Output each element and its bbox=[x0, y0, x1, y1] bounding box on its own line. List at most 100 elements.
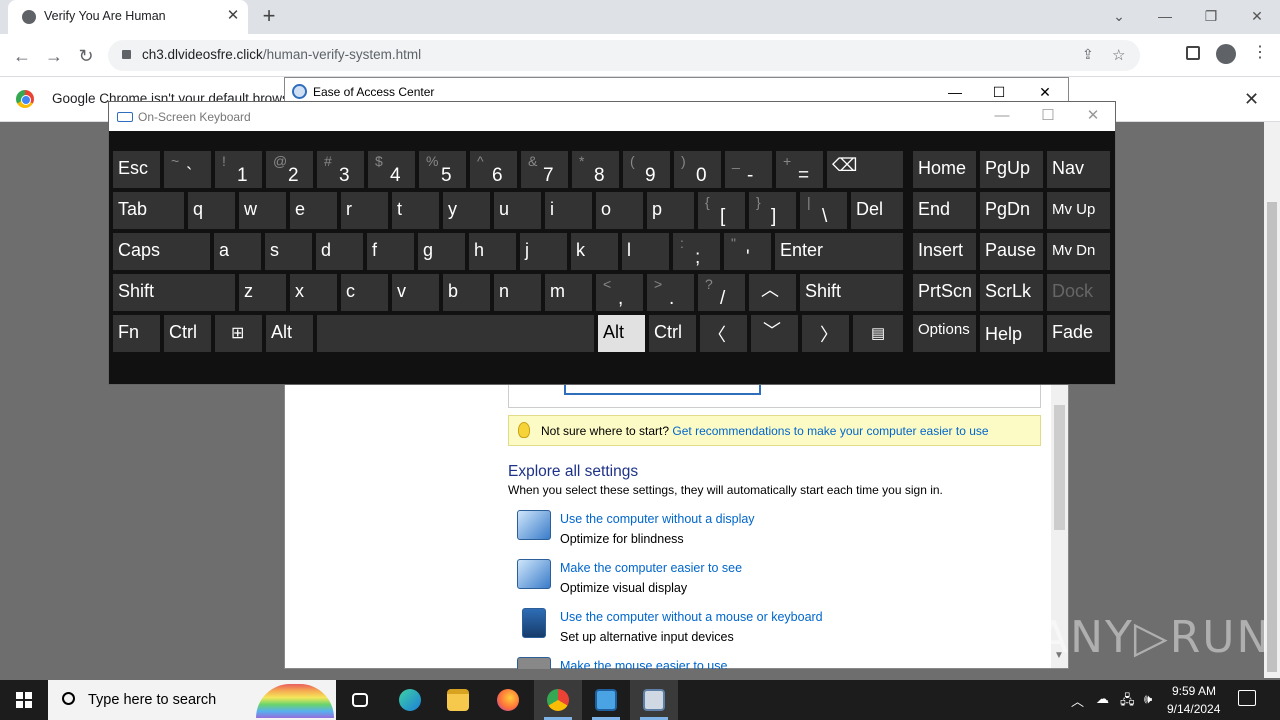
setting-mouse-easier[interactable]: Make the mouse easier to use bbox=[517, 657, 1037, 669]
key-move-down[interactable]: Mv Dn bbox=[1047, 233, 1110, 270]
key-alt-left[interactable]: Alt bbox=[266, 315, 313, 352]
profile-avatar[interactable] bbox=[1216, 44, 1236, 64]
key-4[interactable]: $4 bbox=[368, 151, 415, 188]
key-del[interactable]: Del bbox=[851, 192, 903, 229]
eoa-close-button[interactable]: ✕ bbox=[1030, 82, 1060, 102]
key-u[interactable]: u bbox=[494, 192, 541, 229]
reload-icon[interactable]: ↻ bbox=[74, 44, 98, 68]
volume-icon[interactable]: 🕪 bbox=[1144, 691, 1152, 707]
key-h[interactable]: h bbox=[469, 233, 516, 270]
start-button[interactable] bbox=[0, 680, 48, 720]
taskbar-search-box[interactable]: Type here to search bbox=[48, 680, 336, 720]
key-comma[interactable]: <, bbox=[596, 274, 643, 311]
key-right-arrow[interactable]: 〉 bbox=[802, 315, 849, 352]
explorer-taskbar-button[interactable] bbox=[434, 680, 482, 720]
key-up-arrow[interactable]: ︿ bbox=[749, 274, 796, 311]
page-scrollbar-thumb[interactable] bbox=[1267, 202, 1277, 672]
key-down-arrow[interactable]: ﹀ bbox=[751, 315, 798, 352]
minimize-button[interactable]: — bbox=[1150, 5, 1180, 27]
menu-kebab-icon[interactable]: ⋮ bbox=[1252, 42, 1268, 62]
key-pgup[interactable]: PgUp bbox=[980, 151, 1043, 188]
key-p[interactable]: p bbox=[647, 192, 694, 229]
eoa-maximize-button[interactable]: ☐ bbox=[984, 82, 1014, 102]
key-shift-left[interactable]: Shift bbox=[113, 274, 235, 311]
key-i[interactable]: i bbox=[545, 192, 592, 229]
setting-link[interactable]: Use the computer without a mouse or keyb… bbox=[560, 610, 823, 624]
key-minus[interactable]: _ - bbox=[725, 151, 772, 188]
key-v[interactable]: v bbox=[392, 274, 439, 311]
key-insert[interactable]: Insert bbox=[913, 233, 976, 270]
key-scrlk[interactable]: ScrLk bbox=[980, 274, 1043, 311]
key-semicolon[interactable]: :; bbox=[673, 233, 720, 270]
key-x[interactable]: x bbox=[290, 274, 337, 311]
lock-icon[interactable] bbox=[122, 50, 131, 59]
key-equals[interactable]: + = bbox=[776, 151, 823, 188]
key-a[interactable]: a bbox=[214, 233, 261, 270]
key-fade[interactable]: Fade bbox=[1047, 315, 1110, 352]
back-arrow-icon[interactable]: ← bbox=[10, 44, 34, 68]
clock-date[interactable]: 9/14/2024 bbox=[1167, 702, 1220, 716]
key-options[interactable]: Options bbox=[913, 315, 976, 352]
key-backtick[interactable]: ~ ` bbox=[164, 151, 211, 188]
close-window-button[interactable]: ✕ bbox=[1242, 5, 1272, 27]
key-caps[interactable]: Caps bbox=[113, 233, 210, 270]
key-help[interactable]: Help bbox=[980, 315, 1043, 352]
key-j[interactable]: j bbox=[520, 233, 567, 270]
setting-link[interactable]: Make the computer easier to see bbox=[560, 561, 742, 575]
key-pause[interactable]: Pause bbox=[980, 233, 1043, 270]
setting-link[interactable]: Make the mouse easier to use bbox=[560, 659, 727, 669]
key-prtscn[interactable]: PrtScn bbox=[913, 274, 976, 311]
osk-taskbar-button[interactable] bbox=[630, 680, 678, 720]
key-2[interactable]: @2 bbox=[266, 151, 313, 188]
key-left-arrow[interactable]: 〈 bbox=[700, 315, 747, 352]
key-c[interactable]: c bbox=[341, 274, 388, 311]
key-s[interactable]: s bbox=[265, 233, 312, 270]
key-ctrl-right[interactable]: Ctrl bbox=[649, 315, 696, 352]
key-b[interactable]: b bbox=[443, 274, 490, 311]
key-shift-right[interactable]: Shift bbox=[800, 274, 903, 311]
new-tab-button[interactable]: + bbox=[258, 5, 280, 27]
restore-button[interactable]: ❐ bbox=[1196, 5, 1226, 27]
key-fn[interactable]: Fn bbox=[113, 315, 160, 352]
key-e[interactable]: e bbox=[290, 192, 337, 229]
key-8[interactable]: * 8 bbox=[572, 151, 619, 188]
key-9[interactable]: (9 bbox=[623, 151, 670, 188]
onedrive-icon[interactable]: ☁ bbox=[1096, 691, 1109, 707]
key-m[interactable]: m bbox=[545, 274, 592, 311]
notification-icon[interactable] bbox=[1238, 690, 1256, 706]
setting-easier-to-see[interactable]: Make the computer easier to see Optimize… bbox=[517, 559, 1037, 603]
key-l[interactable]: l bbox=[622, 233, 669, 270]
key-k[interactable]: k bbox=[571, 233, 618, 270]
side-panel-icon[interactable] bbox=[1186, 46, 1200, 60]
key-move-up[interactable]: Mv Up bbox=[1047, 192, 1110, 229]
tab-close-icon[interactable]: ✕ bbox=[224, 7, 242, 25]
key-esc[interactable]: Esc bbox=[113, 151, 160, 188]
key-home[interactable]: Home bbox=[913, 151, 976, 188]
key-1[interactable]: ! 1 bbox=[215, 151, 262, 188]
key-left-bracket[interactable]: {[ bbox=[698, 192, 745, 229]
ease-of-access-taskbar-button[interactable] bbox=[582, 680, 630, 720]
bookmark-star-icon[interactable]: ☆ bbox=[1112, 46, 1125, 64]
key-backspace[interactable]: ⌫ bbox=[827, 151, 903, 188]
key-quote[interactable]: " ' bbox=[724, 233, 771, 270]
osk-titlebar[interactable]: On-Screen Keyboard — ☐ ✕ bbox=[109, 102, 1115, 131]
forward-arrow-icon[interactable]: → bbox=[42, 44, 66, 68]
browser-tab[interactable]: Verify You Are Human ✕ bbox=[8, 0, 248, 34]
address-bar[interactable]: ch3.dlvideosfre.click/human-verify-syste… bbox=[108, 40, 1140, 71]
setting-link[interactable]: Use the computer without a display bbox=[560, 512, 755, 526]
key-o[interactable]: o bbox=[596, 192, 643, 229]
key-5[interactable]: % 5 bbox=[419, 151, 466, 188]
key-0[interactable]: ) 0 bbox=[674, 151, 721, 188]
firefox-taskbar-button[interactable] bbox=[484, 680, 532, 720]
key-right-bracket[interactable]: }] bbox=[749, 192, 796, 229]
key-menu[interactable]: ▤ bbox=[853, 315, 903, 352]
key-7[interactable]: & 7 bbox=[521, 151, 568, 188]
edge-taskbar-button[interactable] bbox=[386, 680, 434, 720]
key-6[interactable]: ^ 6 bbox=[470, 151, 517, 188]
recommendations-link[interactable]: Get recommendations to make your compute… bbox=[672, 424, 988, 438]
key-end[interactable]: End bbox=[913, 192, 976, 229]
infobar-close-icon[interactable]: ✕ bbox=[1244, 89, 1259, 110]
key-slash[interactable]: ? / bbox=[698, 274, 745, 311]
key-backslash[interactable]: | \ bbox=[800, 192, 847, 229]
key-ctrl-left[interactable]: Ctrl bbox=[164, 315, 211, 352]
